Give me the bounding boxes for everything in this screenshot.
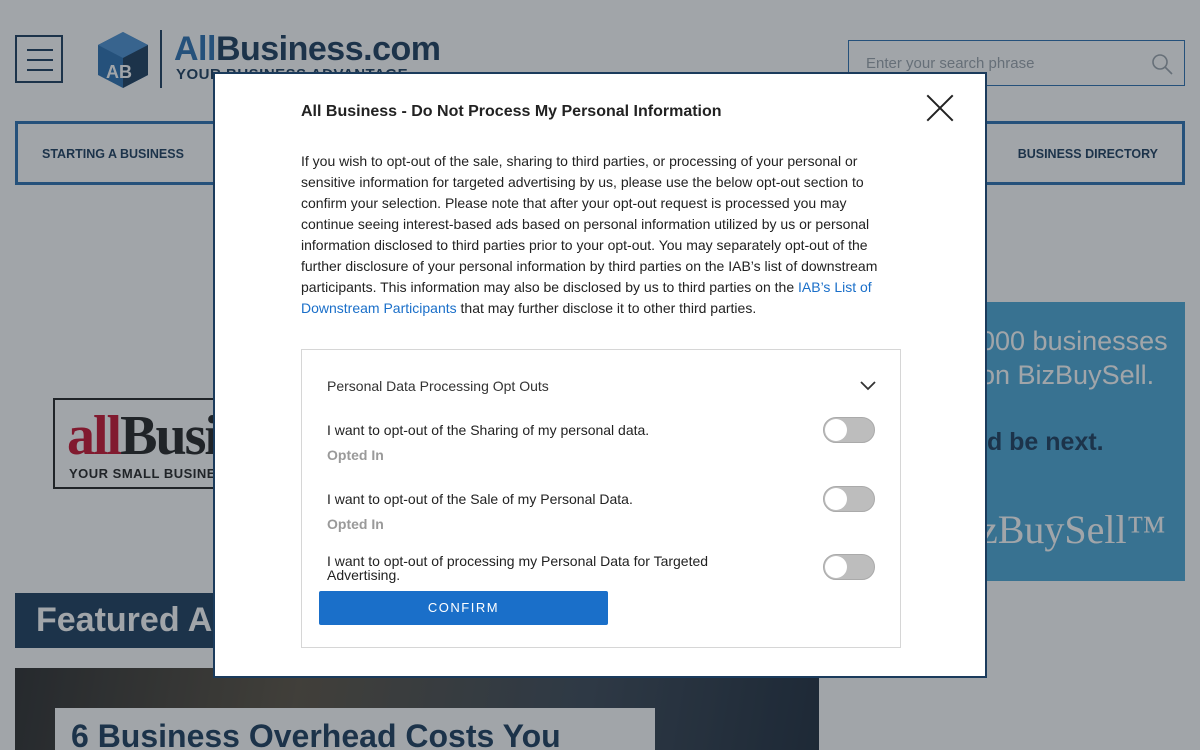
privacy-modal: All Business - Do Not Process My Persona… [213, 72, 987, 678]
confirm-button[interactable]: CONFIRM [319, 591, 608, 625]
opt-out-sharing-status: Opted In [327, 447, 384, 463]
opt-out-sharing-toggle[interactable] [823, 417, 875, 443]
opt-out-sale-label: I want to opt-out of the Sale of my Pers… [327, 491, 633, 507]
opt-out-sharing-label: I want to opt-out of the Sharing of my p… [327, 422, 650, 438]
opt-outs-header[interactable]: Personal Data Processing Opt Outs [327, 378, 549, 394]
opt-out-sale-row: I want to opt-out of the Sale of my Pers… [327, 486, 887, 532]
opt-out-targeted-ads-row: I want to opt-out of processing my Perso… [327, 554, 887, 582]
toggle-knob [825, 488, 847, 510]
opt-out-targeted-ads-toggle[interactable] [823, 554, 875, 580]
opt-out-sharing-row: I want to opt-out of the Sharing of my p… [327, 417, 887, 463]
modal-body-after: that may further disclose it to other th… [456, 300, 757, 316]
toggle-knob [825, 419, 847, 441]
modal-title: All Business - Do Not Process My Persona… [301, 103, 722, 120]
chevron-down-icon[interactable] [860, 378, 876, 394]
close-icon[interactable] [925, 93, 955, 123]
opt-out-sale-toggle[interactable] [823, 486, 875, 512]
opt-outs-panel: Personal Data Processing Opt Outs I want… [301, 349, 901, 648]
modal-body-main: If you wish to opt-out of the sale, shar… [301, 153, 878, 295]
opt-out-targeted-ads-label: I want to opt-out of processing my Perso… [327, 553, 709, 583]
opt-out-sale-status: Opted In [327, 516, 384, 532]
modal-body-text: If you wish to opt-out of the sale, shar… [301, 151, 891, 319]
toggle-knob [825, 556, 847, 578]
